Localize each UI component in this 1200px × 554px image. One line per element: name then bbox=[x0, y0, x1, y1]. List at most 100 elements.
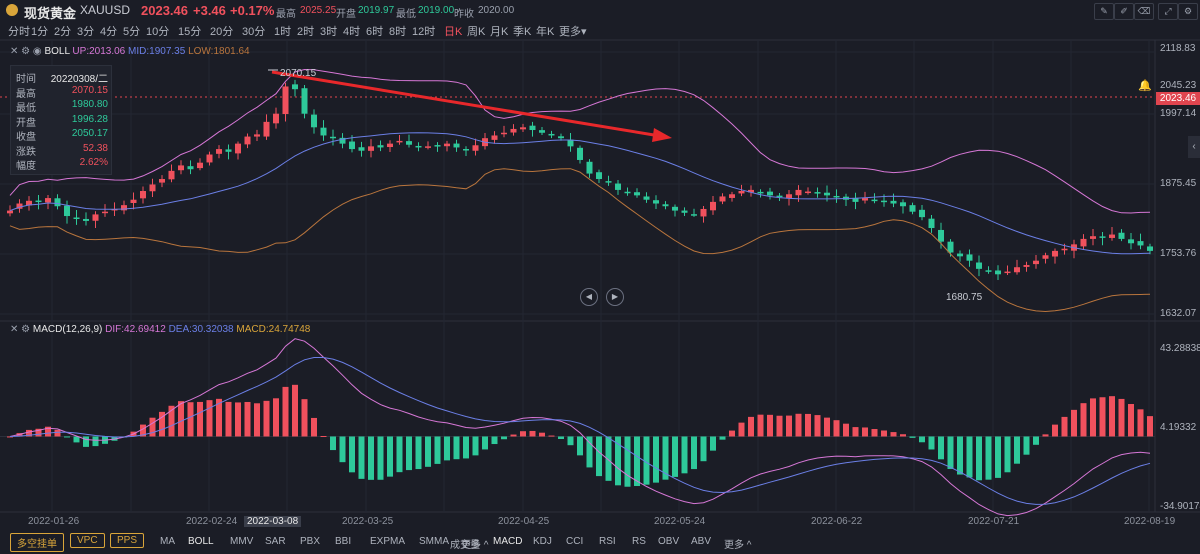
gear-icon[interactable]: ⚙ bbox=[21, 324, 30, 335]
candle-body bbox=[1004, 271, 1011, 274]
macd-bar bbox=[976, 436, 982, 481]
tooltip-row: 最高 2070.15 bbox=[16, 84, 108, 100]
candle-body bbox=[795, 189, 802, 196]
tooltip-value: 52.38 bbox=[82, 142, 108, 154]
candle-body bbox=[539, 130, 545, 133]
bottom-toggle-button[interactable]: VPC bbox=[70, 533, 105, 548]
candle-body bbox=[615, 183, 621, 190]
macd-bar bbox=[368, 436, 374, 480]
macd-bar bbox=[1090, 398, 1096, 437]
kline-chart[interactable]: 2070.15 1680.75 bbox=[0, 0, 1200, 554]
candle-body bbox=[605, 181, 612, 183]
tooltip-value: 2070.15 bbox=[71, 84, 108, 96]
collapse-panel-button[interactable]: ‹ bbox=[1188, 136, 1200, 158]
candle-body bbox=[833, 195, 840, 198]
sub-indicator-tab[interactable]: RSI bbox=[599, 536, 616, 547]
candle-body bbox=[643, 196, 650, 200]
date-tick: 2022-03-08 bbox=[244, 516, 302, 527]
candle-body bbox=[662, 204, 669, 207]
sub-indicator-tab[interactable]: 成交量 bbox=[450, 536, 480, 551]
price-tick: 1997.14 bbox=[1160, 108, 1197, 119]
candle-body bbox=[710, 201, 716, 211]
candle-body bbox=[586, 161, 593, 174]
candle-body bbox=[102, 211, 108, 214]
tooltip-key: 最低 bbox=[16, 103, 36, 114]
candle-body bbox=[206, 154, 213, 163]
candle-body bbox=[463, 149, 469, 151]
macd-bar bbox=[1109, 396, 1115, 437]
macd-bar bbox=[748, 416, 754, 437]
main-indicator-tab[interactable]: MMV bbox=[230, 536, 253, 547]
candle-body bbox=[501, 132, 507, 135]
sub-indicator-tab[interactable]: MACD bbox=[493, 536, 522, 547]
macd-bar bbox=[225, 401, 232, 437]
macd-bar bbox=[244, 401, 251, 437]
macd-bar bbox=[330, 436, 336, 451]
macd-bar bbox=[558, 436, 564, 440]
sub-indicator-tab[interactable]: RS bbox=[632, 536, 646, 547]
main-indicator-tab[interactable]: BOLL bbox=[188, 536, 214, 547]
macd-bar bbox=[73, 436, 80, 443]
main-indicator-tab[interactable]: MA bbox=[160, 536, 175, 547]
main-indicator-tab[interactable]: PBX bbox=[300, 536, 320, 547]
candle-body bbox=[871, 199, 878, 202]
close-icon[interactable]: ✕ bbox=[10, 324, 18, 335]
candle-body bbox=[330, 136, 336, 139]
macd-bar bbox=[444, 436, 450, 461]
macd-bar bbox=[1147, 416, 1153, 437]
next-page-button[interactable]: ▶ bbox=[606, 288, 624, 306]
macd-bar bbox=[387, 436, 393, 477]
candle-body bbox=[672, 206, 678, 211]
macd-bar bbox=[757, 414, 764, 437]
candle-body bbox=[244, 136, 251, 145]
candle-body bbox=[349, 141, 355, 150]
candle-body bbox=[729, 194, 735, 198]
candle-body bbox=[510, 128, 517, 133]
macd-bar bbox=[890, 432, 897, 437]
macd-bar bbox=[947, 436, 954, 469]
sub-indicator-tab[interactable]: OBV bbox=[658, 536, 679, 547]
macd-bar bbox=[1118, 398, 1125, 437]
candle-body bbox=[985, 270, 992, 272]
candle-body bbox=[1128, 239, 1134, 244]
main-indicator-tab[interactable]: BBI bbox=[335, 536, 351, 547]
bottom-toggle-button[interactable]: 多空挂单 bbox=[10, 533, 64, 552]
close-icon[interactable]: ✕ bbox=[10, 46, 18, 57]
candle-body bbox=[73, 217, 80, 219]
candle-body bbox=[1118, 232, 1125, 239]
macd-bar bbox=[453, 436, 460, 460]
eye-icon[interactable]: ◉ bbox=[33, 46, 42, 57]
candle-body bbox=[719, 196, 726, 202]
macd-bar bbox=[206, 400, 213, 437]
macd-bar bbox=[510, 434, 517, 437]
main-indicator-tab[interactable]: EXPMA bbox=[370, 536, 405, 547]
sub-indicator-tab[interactable]: KDJ bbox=[533, 536, 552, 547]
macd-bar bbox=[786, 415, 792, 437]
alert-bell-icon[interactable]: 🔔 bbox=[1138, 79, 1152, 92]
sub-indicator-tab[interactable]: ABV bbox=[691, 536, 711, 547]
candle-body bbox=[995, 270, 1001, 275]
macd-bar bbox=[966, 436, 973, 478]
sub-indicator-tab[interactable]: 更多 ^ bbox=[724, 536, 751, 551]
macd-value: MACD:24.74748 bbox=[236, 324, 311, 335]
candle-body bbox=[225, 149, 232, 152]
boll-up: UP:2013.06 bbox=[72, 46, 126, 57]
candle-body bbox=[786, 194, 792, 199]
candle-body bbox=[966, 254, 973, 261]
candle-body bbox=[577, 147, 583, 160]
macd-bar bbox=[406, 436, 412, 471]
macd-bar bbox=[1128, 404, 1134, 437]
main-indicator-tab[interactable]: SAR bbox=[265, 536, 286, 547]
main-indicator-tab[interactable]: SMMA bbox=[419, 536, 449, 547]
price-tick: 1632.07 bbox=[1160, 308, 1197, 319]
tooltip-row: 涨跌 52.38 bbox=[16, 142, 108, 158]
prev-page-button[interactable]: ◀ bbox=[580, 288, 598, 306]
gear-icon[interactable]: ⚙ bbox=[21, 46, 30, 57]
candle-body bbox=[862, 198, 868, 201]
sub-indicator-tab[interactable]: CCI bbox=[566, 536, 583, 547]
macd-bar bbox=[738, 422, 745, 437]
macd-bar bbox=[805, 413, 811, 437]
date-tick: 2022-05-24 bbox=[654, 516, 706, 527]
macd-dif: DIF:42.69412 bbox=[105, 324, 166, 335]
bottom-toggle-button[interactable]: PPS bbox=[110, 533, 145, 548]
